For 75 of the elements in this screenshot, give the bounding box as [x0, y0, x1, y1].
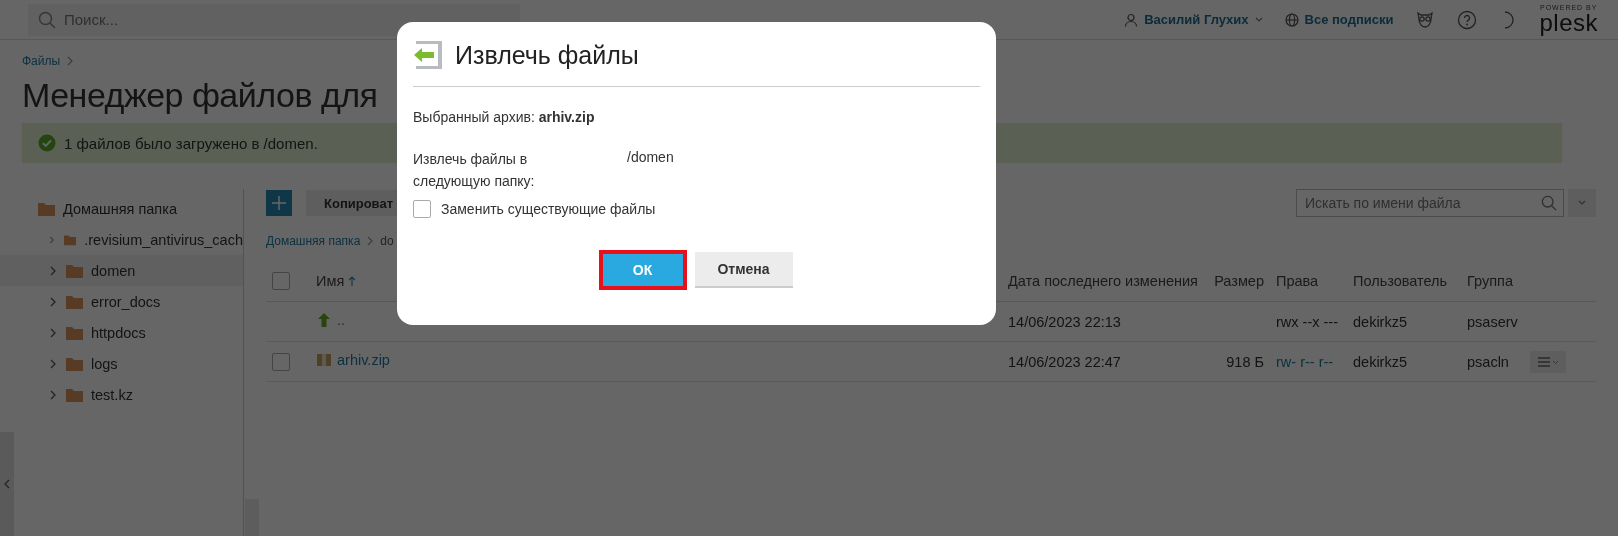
path-link[interactable]: Домашняя папка: [266, 234, 361, 248]
tree-item[interactable]: logs: [22, 348, 243, 379]
file-name-link[interactable]: ..: [337, 312, 346, 328]
extract-icon: [413, 40, 445, 70]
ok-button[interactable]: ОК: [600, 252, 685, 289]
chevron-icon[interactable]: [48, 265, 58, 276]
folder-path-value: /domen: [627, 149, 674, 167]
page-title: Менеджер файлов для: [22, 76, 379, 115]
column-header[interactable]: Дата последнего изменения: [1008, 273, 1198, 289]
owl-icon[interactable]: [1415, 9, 1436, 30]
replace-checkbox[interactable]: [413, 200, 431, 219]
tree-item[interactable]: error_docs: [22, 286, 243, 317]
tree-item[interactable]: domen: [0, 255, 243, 286]
group-cell: psacln: [1461, 341, 1524, 382]
size-cell: 918 Б: [1226, 353, 1264, 370]
archive-text: Выбранный архив: arhiv.zip: [413, 109, 596, 125]
caret-icon: [1254, 16, 1263, 23]
tree-item[interactable]: Домашняя папка: [63, 200, 177, 217]
folder-icon: [66, 294, 83, 309]
caret-icon: [1578, 200, 1586, 206]
dropdown-button[interactable]: [1568, 189, 1596, 217]
cancel-button[interactable]: Отмена: [694, 252, 793, 289]
column-header[interactable]: Пользователь: [1353, 273, 1448, 289]
dialog-title: Извлечь файлы: [455, 40, 639, 70]
select-all-checkbox[interactable]: [272, 272, 290, 291]
search-icon: [1541, 195, 1557, 211]
path-link[interactable]: do: [380, 234, 394, 248]
chevron-icon[interactable]: [48, 389, 58, 400]
sort-arrow-icon[interactable]: [348, 276, 357, 286]
row-menu-button[interactable]: [1530, 350, 1566, 373]
folder-icon: [66, 387, 83, 402]
chevron-icon[interactable]: [48, 358, 58, 369]
user-menu[interactable]: Василий Глухих: [1124, 12, 1263, 27]
archive-icon: [316, 352, 332, 368]
chevron-icon: [366, 236, 375, 246]
brand-logo[interactable]: plesk: [1539, 11, 1598, 35]
column-header[interactable]: Группа: [1467, 273, 1513, 289]
folder-icon: [66, 356, 83, 371]
chevron-icon[interactable]: [48, 327, 58, 338]
permissions-link[interactable]: rw- r-- r--: [1276, 353, 1334, 370]
date-cell: 14/06/2023 22:13: [1002, 301, 1205, 342]
menu-icon: [1537, 355, 1559, 368]
column-header[interactable]: Права: [1276, 273, 1319, 289]
sidebar-collapse-handle[interactable]: [0, 432, 14, 536]
row-checkbox[interactable]: [272, 352, 290, 371]
chevron-icon[interactable]: [48, 234, 56, 245]
column-header[interactable]: Размер: [1214, 273, 1264, 289]
globe-icon: [1284, 12, 1299, 27]
plus-icon: [272, 196, 286, 210]
group-cell: psaserv: [1461, 301, 1524, 342]
chevron-icon: [66, 56, 75, 66]
column-header[interactable]: Имя: [316, 273, 345, 289]
user-icon: [1124, 12, 1139, 27]
breadcrumb-link[interactable]: Файлы: [22, 54, 61, 68]
checkbox-label[interactable]: Заменить существующие файлы: [441, 201, 656, 218]
up-arrow-icon: [316, 312, 332, 328]
tree-item[interactable]: test.kz: [22, 379, 243, 410]
search-icon: [38, 10, 56, 29]
date-cell: 14/06/2023 22:47: [1002, 341, 1205, 382]
folder-icon: [38, 201, 55, 216]
user-cell: dekirkz5: [1347, 301, 1461, 342]
subscriptions-link[interactable]: Все подписки: [1284, 12, 1394, 27]
folder-icon: [66, 263, 83, 278]
folder-icon: [66, 325, 83, 340]
user-cell: dekirkz5: [1347, 341, 1461, 382]
alert-text: 1 файлов было загружено в /domen.: [64, 134, 318, 152]
field-label: Извлечь файлы в следующую папку:: [413, 150, 536, 191]
help-icon[interactable]: [1457, 9, 1478, 30]
permissions-cell: rwx --x ---: [1276, 313, 1338, 330]
tree-item[interactable]: .revisium_antivirus_cach: [22, 224, 243, 255]
add-button[interactable]: [266, 190, 292, 216]
file-name-link[interactable]: arhiv.zip: [337, 352, 390, 368]
chevron-icon[interactable]: [48, 296, 58, 307]
check-circle-icon: [38, 134, 56, 152]
tree-item[interactable]: httpdocs: [22, 317, 243, 348]
